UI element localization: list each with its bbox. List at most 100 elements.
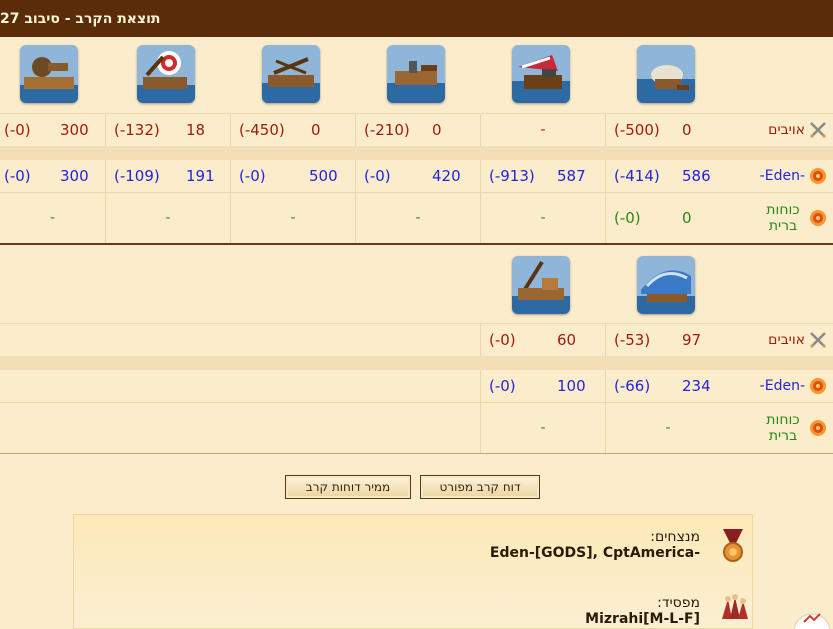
enemy-loss: (-53) xyxy=(614,331,651,349)
enemies-label-cell: אויבים xyxy=(730,324,833,356)
ally-cell: - xyxy=(480,403,605,453)
enemy-loss: (-210) xyxy=(364,121,410,139)
player-loss: (-0) xyxy=(4,167,31,185)
winners-names: Eden-[GODS], CptAmerica- xyxy=(489,545,700,561)
ally-cell: - xyxy=(230,193,355,243)
player-loss: (-0) xyxy=(364,167,391,185)
enemy-cell: 0 (-210) xyxy=(355,114,480,146)
player-label-cell: -Eden- xyxy=(730,160,833,192)
enemy-cell: 300 (-0) xyxy=(0,114,105,146)
enemies-row: אויבים 0 (-500) - 0 (-210) 0 (-450) 18 (… xyxy=(0,113,833,146)
player-count: 300 xyxy=(60,167,89,185)
allies-row: כוחות ברית 0 (-0) - - - - - xyxy=(0,192,833,243)
enemy-loss: (-132) xyxy=(114,121,160,139)
player-label: -Eden- xyxy=(759,168,805,184)
player-loss: (-0) xyxy=(239,167,266,185)
floating-advisor-icon[interactable] xyxy=(792,612,832,629)
catapult-ship-icon xyxy=(137,45,195,103)
enemy-count: 97 xyxy=(682,331,702,349)
player-cell: 234 (-66) xyxy=(605,370,730,402)
ally-dash: - xyxy=(290,210,296,226)
ally-cell: - xyxy=(105,193,230,243)
loser-label: מפסיד: xyxy=(657,595,700,611)
detailed-report-button[interactable]: דוח קרב מפורט xyxy=(420,475,540,499)
enemy-cell: 0 (-500) xyxy=(605,114,730,146)
ally-dash: - xyxy=(540,210,546,226)
allies-label: כוחות ברית xyxy=(766,202,800,234)
enemy-count: 0 xyxy=(432,121,442,139)
player-loss: (-414) xyxy=(614,167,660,185)
player-cell: 586 (-414) xyxy=(605,160,730,192)
battle-title: תוצאת הקרב - סיבוב 27 xyxy=(0,10,161,27)
enemy-loss: (-500) xyxy=(614,121,660,139)
ally-dash: - xyxy=(49,210,56,226)
player-loss: (-0) xyxy=(489,377,516,395)
ally-dash: - xyxy=(165,210,171,226)
player-cell: 191 (-109) xyxy=(105,160,230,192)
enemy-cell: 60 (-0) xyxy=(480,324,605,356)
report-converter-label: ממיר דוחות קרב xyxy=(305,480,391,494)
player-loss: (-913) xyxy=(489,167,535,185)
loser-soldiers-icon xyxy=(722,594,748,619)
player-cell: 420 (-0) xyxy=(355,160,480,192)
player-cell: 587 (-913) xyxy=(480,160,605,192)
enemies-label-cell: אויבים xyxy=(730,114,833,146)
player-count: 420 xyxy=(432,167,461,185)
player-count: 100 xyxy=(557,377,586,395)
allies-row-2: כוחות ברית - - xyxy=(0,402,833,453)
report-converter-button[interactable]: ממיר דוחות קרב xyxy=(285,475,411,499)
player-cell: 300 (-0) xyxy=(0,160,105,192)
ally-shield-icon xyxy=(810,210,826,226)
flame-ship-icon xyxy=(512,45,570,103)
player-label-cell: -Eden- xyxy=(730,370,833,402)
enemy-loss: (-0) xyxy=(4,121,31,139)
mortar-ship-icon xyxy=(20,45,78,103)
enemy-count: 18 xyxy=(186,121,206,139)
winners-label: מנצחים: xyxy=(650,529,700,545)
ally-shield-icon xyxy=(810,420,826,436)
steam-ram-icon xyxy=(387,45,445,103)
unit-pictures-row-2 xyxy=(0,245,833,323)
enemy-cell: 18 (-132) xyxy=(105,114,230,146)
player-count: 191 xyxy=(186,167,215,185)
ally-dash: - xyxy=(415,210,421,226)
battle-title-bar: תוצאת הקרב - סיבוב 27 xyxy=(0,0,833,37)
player-shield-icon xyxy=(810,378,826,394)
player-count: 586 xyxy=(682,167,711,185)
allies-label-cell: כוחות ברית xyxy=(730,193,833,243)
row-separator xyxy=(0,356,833,370)
enemy-cell: - xyxy=(480,114,605,146)
row-separator xyxy=(0,146,833,160)
enemy-count: 0 xyxy=(311,121,321,139)
enemy-count: 300 xyxy=(60,121,89,139)
ally-dash: - xyxy=(665,420,671,436)
allies-label-cell: כוחות ברית xyxy=(730,403,833,453)
allies-label: כוחות ברית xyxy=(766,412,800,444)
ally-dash: - xyxy=(540,420,546,436)
player-count: 234 xyxy=(682,377,711,395)
ally-cell: - xyxy=(0,193,105,243)
enemy-count: 0 xyxy=(682,121,692,139)
player-shield-icon xyxy=(810,168,826,184)
ally-cell: - xyxy=(355,193,480,243)
ally-cell: 0 (-0) xyxy=(605,193,730,243)
player-loss: (-66) xyxy=(614,377,651,395)
enemy-loss: (-450) xyxy=(239,121,285,139)
crossed-swords-icon xyxy=(809,122,827,139)
loser-name: Mizrahi[M-L-F] xyxy=(585,611,700,627)
tender-ship-icon xyxy=(512,256,570,314)
player-cell: 500 (-0) xyxy=(230,160,355,192)
player-row: -Eden- 586 (-414) 587 (-913) 420 (-0) 50… xyxy=(0,160,833,192)
ally-cell: - xyxy=(605,403,730,453)
winners-block: מנצחים: Eden-[GODS], CptAmerica- xyxy=(490,529,700,561)
loser-block: מפסיד: Mizrahi[M-L-F] xyxy=(585,595,700,627)
enemy-cell: 97 (-53) xyxy=(605,324,730,356)
ally-loss: (-0) xyxy=(614,209,641,227)
player-label: -Eden- xyxy=(759,378,805,394)
ram-ship-icon xyxy=(637,45,695,103)
enemy-count: 60 xyxy=(557,331,577,349)
enemy-dash: - xyxy=(540,122,546,138)
player-count: 587 xyxy=(557,167,586,185)
player-row-2: -Eden- 234 (-66) 100 (-0) xyxy=(0,370,833,402)
player-loss: (-109) xyxy=(114,167,160,185)
